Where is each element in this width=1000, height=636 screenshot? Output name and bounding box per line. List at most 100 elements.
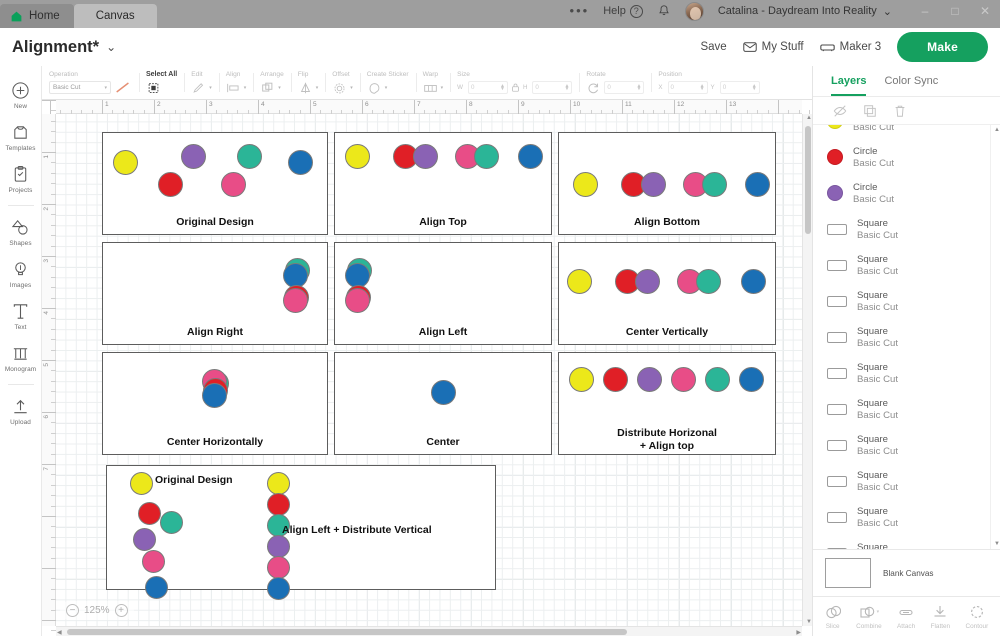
sticker-icon[interactable] xyxy=(367,81,382,95)
lock-icon[interactable] xyxy=(511,82,520,93)
stepper-icon[interactable]: ▲ ▼ xyxy=(700,83,705,91)
shape-circle-red[interactable] xyxy=(267,493,290,516)
offset-icon[interactable] xyxy=(332,81,347,95)
arrange-icon[interactable] xyxy=(260,81,275,95)
card-original-design[interactable]: Original Design xyxy=(102,132,328,235)
card-align-bottom[interactable]: Align Bottom xyxy=(558,132,776,235)
shape-circle-pink[interactable] xyxy=(283,288,308,313)
layer-row[interactable]: SquareBasic Cut xyxy=(813,391,990,427)
scroll-left-arrow-icon[interactable]: ◀ xyxy=(57,629,62,636)
card-center-vertically[interactable]: Center Vertically xyxy=(558,242,776,345)
shape-circle-purple[interactable] xyxy=(413,144,438,169)
tab-color-sync[interactable]: Color Sync xyxy=(884,75,938,96)
card-align-top[interactable]: Align Top xyxy=(334,132,552,235)
canvas-area[interactable]: 1 2 3 4 5 6 7 8 9 10 11 12 13 1234567 Original Desig… xyxy=(42,100,812,636)
shape-circle-teal[interactable] xyxy=(160,511,183,534)
stepper-icon[interactable]: ▲ ▼ xyxy=(636,83,641,91)
width-input[interactable]: 0 ▲ ▼ xyxy=(467,81,508,94)
pencil-icon[interactable] xyxy=(191,81,206,95)
shape-circle-blue[interactable] xyxy=(431,380,456,405)
shape-circle-blue[interactable] xyxy=(145,576,168,599)
chevron-down-icon[interactable]: ▾ xyxy=(209,85,212,91)
layer-color-swatch[interactable] xyxy=(827,125,843,129)
chevron-down-icon[interactable]: ▾ xyxy=(278,85,281,91)
card-center-horizontally[interactable]: Center Horizontally xyxy=(102,352,328,455)
tab-canvas[interactable]: Canvas xyxy=(73,4,157,28)
stepper-icon[interactable]: ▲ ▼ xyxy=(500,83,505,91)
shape-circle-teal[interactable] xyxy=(237,144,262,169)
minimize-button[interactable]: – xyxy=(910,0,940,22)
shape-circle-purple[interactable] xyxy=(133,528,156,551)
sidebar-item-upload[interactable]: Upload xyxy=(0,390,42,432)
color-swatch-icon[interactable] xyxy=(114,81,132,94)
card-distribute-horizontal-align-top[interactable]: Distribute Horizonal + Align top xyxy=(558,352,776,455)
layer-row[interactable]: SquareBasic Cut xyxy=(813,463,990,499)
shape-circle-blue[interactable] xyxy=(739,367,764,392)
shape-circle-red[interactable] xyxy=(158,172,183,197)
tab-layers[interactable]: Layers xyxy=(831,75,867,96)
maximize-button[interactable]: □ xyxy=(940,0,970,22)
layers-scroll-up-icon[interactable]: ▲ xyxy=(994,127,1000,133)
shape-circle-teal[interactable] xyxy=(705,367,730,392)
card-align-left-distribute-vertical[interactable]: Original Design Align Left + Distribute V… xyxy=(106,465,496,600)
layers-scroll-down-icon[interactable]: ▼ xyxy=(994,541,1000,547)
shape-circle-teal[interactable] xyxy=(474,144,499,169)
shape-circle-pink[interactable] xyxy=(345,288,370,313)
layer-shape-swatch[interactable] xyxy=(827,331,847,343)
layer-row[interactable]: SquareBasic Cut xyxy=(813,283,990,319)
layer-shape-swatch[interactable] xyxy=(827,511,847,523)
delete-icon[interactable] xyxy=(893,104,907,118)
chevron-down-icon[interactable]: ▾ xyxy=(350,85,353,91)
rotate-input[interactable]: 0 ▲ ▼ xyxy=(604,81,645,94)
y-input[interactable]: 0 ▲ ▼ xyxy=(719,81,760,94)
shape-circle-red[interactable] xyxy=(603,367,628,392)
layer-row[interactable]: SquareBasic Cut xyxy=(813,247,990,283)
layer-shape-swatch[interactable] xyxy=(827,439,847,451)
layer-row[interactable]: SquareBasic Cut xyxy=(813,355,990,391)
shape-circle-yellow[interactable] xyxy=(567,269,592,294)
shape-circle-yellow[interactable] xyxy=(345,144,370,169)
chevron-down-icon[interactable]: ▾ xyxy=(316,85,319,91)
footer-tool-flatten[interactable]: Flatten xyxy=(931,604,950,630)
shape-circle-yellow[interactable] xyxy=(113,150,138,175)
layer-row[interactable]: SquareBasic Cut xyxy=(813,499,990,535)
shape-circle-purple[interactable] xyxy=(181,144,206,169)
shape-circle-teal[interactable] xyxy=(702,172,727,197)
canvas-grid[interactable]: Original Design Align Top Align Bottom Alig… xyxy=(56,114,802,626)
sidebar-item-templates[interactable]: Templates xyxy=(0,116,42,158)
make-button[interactable]: Make xyxy=(897,32,988,62)
layer-row[interactable]: SquareBasic Cut xyxy=(813,319,990,355)
select-all-icon[interactable] xyxy=(146,81,161,95)
stepper-icon[interactable]: ▲ ▼ xyxy=(564,83,569,91)
layer-row[interactable]: SquareBasic Cut xyxy=(813,535,990,549)
blank-canvas-row[interactable]: Blank Canvas xyxy=(813,549,1000,597)
footer-tool-combine[interactable]: ▾ Combine xyxy=(856,604,882,630)
layers-scrollbar[interactable]: ▲ ▼ xyxy=(990,125,1000,549)
more-options-button[interactable]: ••• xyxy=(570,4,590,17)
avatar[interactable] xyxy=(684,1,704,21)
chevron-down-icon[interactable]: ▾ xyxy=(244,85,247,91)
machine-selector[interactable]: Maker 3 xyxy=(819,41,881,53)
sidebar-item-monogram[interactable]: Monogram xyxy=(0,337,42,379)
shape-circle-yellow[interactable] xyxy=(267,472,290,495)
chevron-down-icon[interactable]: ▾ xyxy=(385,85,388,91)
close-button[interactable]: ✕ xyxy=(970,0,1000,22)
layer-shape-swatch[interactable] xyxy=(827,295,847,307)
layer-shape-swatch[interactable] xyxy=(827,403,847,415)
shape-circle-pink[interactable] xyxy=(142,550,165,573)
tab-home[interactable]: Home xyxy=(0,4,74,28)
shape-circle-purple[interactable] xyxy=(635,269,660,294)
warp-icon[interactable] xyxy=(423,81,438,95)
layer-shape-swatch[interactable] xyxy=(827,259,847,271)
shape-circle-red[interactable] xyxy=(138,502,161,525)
zoom-out-button[interactable]: − xyxy=(66,604,79,617)
shape-circle-blue[interactable] xyxy=(267,577,290,600)
x-input[interactable]: 0 ▲ ▼ xyxy=(667,81,708,94)
vertical-scroll-thumb[interactable] xyxy=(805,126,811,234)
layer-row[interactable]: CircleBasic Cut xyxy=(813,125,990,139)
shape-circle-blue[interactable] xyxy=(745,172,770,197)
notifications-bell-icon[interactable] xyxy=(657,4,671,18)
layer-row[interactable]: SquareBasic Cut xyxy=(813,211,990,247)
shape-circle-pink[interactable] xyxy=(221,172,246,197)
layer-shape-swatch[interactable] xyxy=(827,475,847,487)
